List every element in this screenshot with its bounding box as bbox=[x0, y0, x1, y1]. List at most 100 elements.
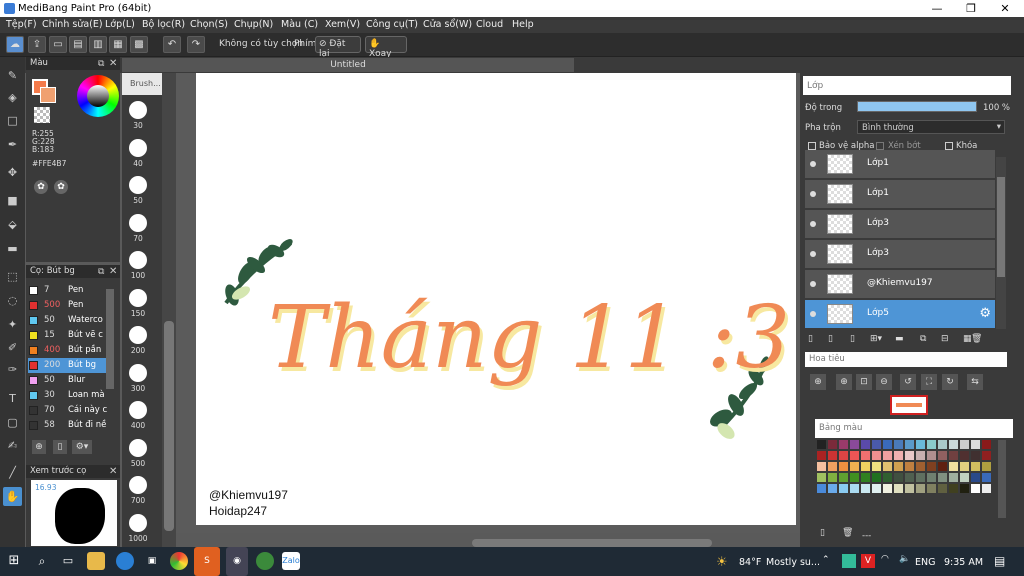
palette-swatch[interactable] bbox=[938, 440, 947, 449]
palette-swatch[interactable] bbox=[971, 440, 980, 449]
palette-swatch[interactable] bbox=[960, 462, 969, 471]
palette-swatch[interactable] bbox=[850, 462, 859, 471]
brush-size-item[interactable]: 30 bbox=[128, 101, 148, 130]
brush-size-item[interactable]: 200 bbox=[128, 326, 148, 355]
palette-swatch[interactable] bbox=[938, 473, 947, 482]
palette-swatch[interactable] bbox=[949, 473, 958, 482]
delete-color-icon[interactable]: 🗑 bbox=[842, 528, 853, 538]
close-panel-icon[interactable]: ✕ bbox=[109, 266, 117, 277]
menu-select[interactable]: Chọn(S) bbox=[190, 19, 228, 30]
reset-button[interactable]: ⊘ Đặt lại bbox=[315, 36, 361, 59]
palette-swatch[interactable] bbox=[817, 462, 826, 471]
palette-swatch[interactable] bbox=[916, 451, 925, 460]
palette-swatch[interactable] bbox=[883, 462, 892, 471]
palette-swatch[interactable] bbox=[949, 462, 958, 471]
select-tool-icon[interactable]: ⬚ bbox=[3, 267, 22, 286]
palette-swatch[interactable] bbox=[839, 462, 848, 471]
zoom-in-small-icon[interactable]: ⊕ bbox=[836, 374, 852, 390]
add-color-icon[interactable]: ▯ bbox=[820, 528, 825, 538]
menu-window[interactable]: Cửa sổ(W) bbox=[423, 19, 472, 30]
store-icon[interactable]: ▣ bbox=[143, 552, 161, 570]
palette-swatch[interactable] bbox=[817, 484, 826, 493]
brush-item[interactable]: 500 Pen bbox=[28, 298, 112, 313]
copy-brush-icon[interactable]: ▯ bbox=[53, 440, 67, 454]
menu-view[interactable]: Xem(V) bbox=[325, 19, 360, 30]
palette-swatch[interactable] bbox=[927, 484, 936, 493]
palette-swatch[interactable] bbox=[850, 451, 859, 460]
layer-row[interactable]: Lớp1 bbox=[805, 150, 995, 179]
palette-swatch[interactable] bbox=[894, 440, 903, 449]
task-view-icon[interactable]: ▭ bbox=[59, 552, 77, 570]
tray-app-icon[interactable] bbox=[842, 554, 856, 568]
magic-wand-icon[interactable]: ✦ bbox=[3, 315, 22, 334]
brush-item[interactable]: 30 Loan mà bbox=[28, 388, 112, 403]
palette-swatch[interactable] bbox=[828, 473, 837, 482]
fit-window-icon[interactable]: ⛶ bbox=[921, 374, 937, 390]
shape-tool-icon[interactable]: ■ bbox=[3, 191, 22, 210]
zoom-in-icon[interactable]: ⊕ bbox=[810, 374, 826, 390]
move-tool-icon[interactable]: ✥ bbox=[3, 163, 22, 182]
palette-swatch[interactable] bbox=[828, 440, 837, 449]
palette-swatch[interactable] bbox=[817, 451, 826, 460]
palette-swatch[interactable] bbox=[894, 473, 903, 482]
windows-start-icon[interactable]: ⊞ bbox=[5, 552, 23, 570]
palette-swatch[interactable] bbox=[839, 484, 848, 493]
palette-swatch[interactable] bbox=[839, 451, 848, 460]
document-icon[interactable]: ▥ bbox=[89, 36, 107, 53]
lock-checkbox[interactable] bbox=[945, 142, 953, 150]
layer-scrollbar[interactable] bbox=[996, 157, 1006, 329]
select-pen-icon[interactable]: ✐ bbox=[3, 338, 22, 357]
palette-swatch[interactable] bbox=[861, 462, 870, 471]
transparent-swatch[interactable] bbox=[34, 107, 50, 123]
close-panel-icon[interactable]: ✕ bbox=[109, 58, 117, 69]
palette-swatch[interactable] bbox=[982, 473, 991, 482]
palette-swatch[interactable] bbox=[861, 473, 870, 482]
palette-swatch[interactable] bbox=[905, 473, 914, 482]
palette-swatch[interactable] bbox=[817, 473, 826, 482]
navigator-thumbnail[interactable] bbox=[890, 395, 928, 415]
select-eraser-icon[interactable]: ✑ bbox=[3, 360, 22, 379]
redo-icon[interactable]: ↷ bbox=[187, 36, 205, 53]
hand-tool-icon[interactable]: ✋ bbox=[3, 487, 22, 506]
palette-swatch[interactable] bbox=[960, 473, 969, 482]
palette-swatch[interactable] bbox=[982, 440, 991, 449]
palette-swatch[interactable] bbox=[971, 473, 980, 482]
palette-swatch[interactable] bbox=[927, 473, 936, 482]
palette-swatch[interactable] bbox=[916, 484, 925, 493]
gear-icon[interactable]: ⚙ bbox=[979, 306, 991, 321]
brush-tool-icon[interactable]: ✎ bbox=[3, 66, 22, 85]
palette-swatch[interactable] bbox=[971, 462, 980, 471]
opacity-slider[interactable] bbox=[857, 101, 977, 112]
palette-swatch[interactable] bbox=[982, 451, 991, 460]
palette-swatch[interactable] bbox=[861, 440, 870, 449]
brush-size-item[interactable]: 400 bbox=[128, 401, 148, 430]
language-indicator[interactable]: ENG bbox=[915, 557, 935, 568]
layer-add-menu-icon[interactable]: ⊞▾ bbox=[870, 334, 882, 344]
palette-swatch[interactable] bbox=[938, 451, 947, 460]
palette-swatch[interactable] bbox=[916, 462, 925, 471]
layer-row[interactable]: Lớp5 ⚙ bbox=[805, 300, 995, 329]
layer-row[interactable]: @Khiemvu197 bbox=[805, 270, 995, 299]
visibility-icon[interactable] bbox=[810, 311, 816, 317]
palette-swatch[interactable] bbox=[960, 440, 969, 449]
canvas-vertical-scrollbar[interactable] bbox=[162, 73, 176, 547]
app-green-icon[interactable] bbox=[256, 552, 274, 570]
menu-filter[interactable]: Bộ lọc(R) bbox=[142, 19, 185, 30]
menu-file[interactable]: Tệp(F) bbox=[6, 19, 37, 30]
flip-icon[interactable]: ⇆ bbox=[967, 374, 983, 390]
trash-icon[interactable]: 🗑 bbox=[971, 334, 982, 344]
palette-swatch[interactable] bbox=[982, 484, 991, 493]
palette-swatch[interactable] bbox=[861, 451, 870, 460]
layout-icon[interactable]: ▩ bbox=[130, 36, 148, 53]
palette-swatch[interactable] bbox=[883, 451, 892, 460]
palette-swatch[interactable] bbox=[872, 462, 881, 471]
palette-swatch[interactable] bbox=[905, 462, 914, 471]
rotate-left-icon[interactable]: ↺ bbox=[900, 374, 916, 390]
dot-tool-icon[interactable]: □ bbox=[3, 111, 22, 130]
rotate-button[interactable]: ✋ Xoay bbox=[365, 36, 407, 59]
brush-settings-icon[interactable]: ⚙▾ bbox=[72, 440, 92, 454]
wifi-icon[interactable]: ◠ bbox=[881, 554, 889, 564]
visibility-icon[interactable] bbox=[810, 221, 816, 227]
visibility-icon[interactable] bbox=[810, 251, 816, 257]
palette-swatch[interactable] bbox=[839, 440, 848, 449]
